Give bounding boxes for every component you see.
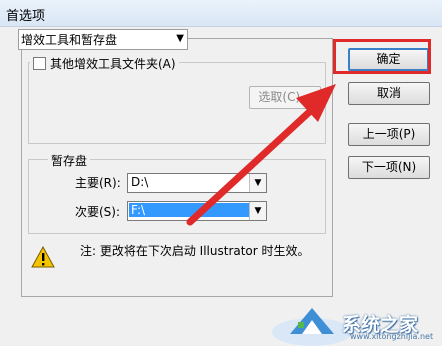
window-title: 首选项 bbox=[6, 9, 46, 24]
cancel-button[interactable]: 取消 bbox=[348, 82, 430, 105]
annotation-highlight-box bbox=[333, 39, 431, 74]
restart-note: 注: 更改将在下次启动 Illustrator 时生效。 bbox=[80, 244, 310, 258]
section-dropdown[interactable]: 增效工具和暂存盘 ▼ bbox=[18, 29, 188, 50]
choose-button[interactable]: 选取(C)... bbox=[249, 86, 321, 109]
chevron-down-icon[interactable]: ▼ bbox=[249, 174, 266, 192]
chevron-down-icon: ▼ bbox=[176, 33, 184, 44]
scratch-disks-legend: 暂存盘 bbox=[48, 152, 91, 169]
watermark-url: www.xitongzhijia.net bbox=[350, 332, 434, 341]
plugins-folder-label: 其他增效工具文件夹(A) bbox=[50, 56, 176, 71]
primary-disk-value: D:\ bbox=[131, 175, 149, 189]
primary-label: 主要(R): bbox=[75, 176, 121, 190]
title-bar: 首选项 bbox=[0, 0, 442, 27]
secondary-disk-select[interactable]: F:\ ▼ bbox=[127, 201, 267, 221]
prev-button[interactable]: 上一项(P) bbox=[348, 123, 430, 146]
scratch-disks-group bbox=[28, 159, 326, 234]
chevron-down-icon[interactable]: ▼ bbox=[249, 202, 266, 220]
checkbox-box[interactable] bbox=[33, 56, 46, 70]
next-button[interactable]: 下一项(N) bbox=[348, 156, 430, 179]
section-dropdown-value: 增效工具和暂存盘 bbox=[21, 33, 118, 47]
warning-icon bbox=[31, 246, 55, 268]
secondary-disk-value: F:\ bbox=[129, 203, 249, 217]
primary-disk-select[interactable]: D:\ ▼ bbox=[127, 173, 267, 193]
secondary-label: 次要(S): bbox=[75, 205, 121, 219]
plugins-folder-checkbox[interactable]: 其他增效工具文件夹(A) bbox=[30, 55, 179, 71]
